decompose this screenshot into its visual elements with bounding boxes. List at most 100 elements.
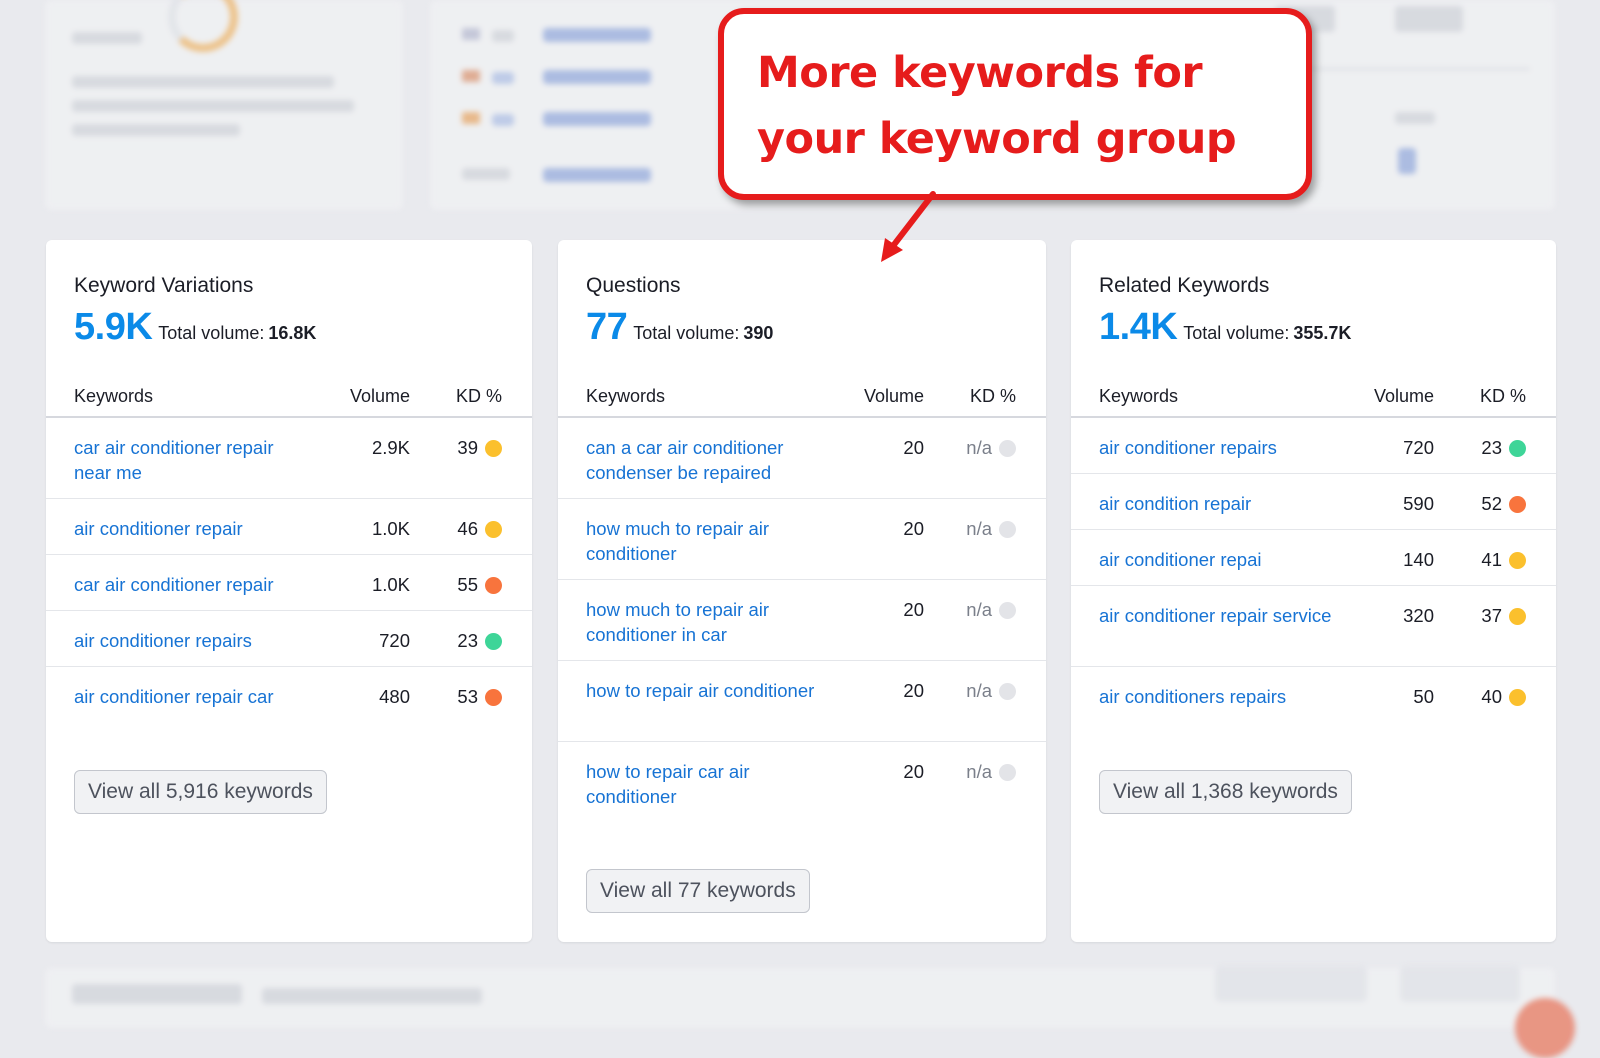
column-header-kd[interactable]: KD % [1480, 386, 1526, 407]
volume-value: 20 [903, 761, 924, 782]
background-bar [543, 168, 651, 182]
kd-difficulty-dot [999, 521, 1016, 538]
keyword-link[interactable]: air conditioners repairs [1099, 684, 1339, 709]
column-header-kd[interactable]: KD % [970, 386, 1016, 407]
kd-difficulty-dot [999, 602, 1016, 619]
kd-difficulty-dot [1509, 440, 1526, 457]
keyword-link[interactable]: car air conditioner repair [74, 572, 314, 597]
volume-value: 20 [903, 680, 924, 701]
keyword-link[interactable]: air conditioner repairs [1099, 435, 1339, 460]
keyword-link[interactable]: air condition repair [1099, 491, 1339, 516]
card-title: Keyword Variations [74, 274, 254, 297]
background-text-line [72, 984, 242, 1004]
volume-value: 1.0K [371, 518, 410, 539]
keyword-table: car air conditioner repair near me 2.9K … [46, 418, 532, 722]
table-row: air conditioner repair car 480 53 [46, 667, 532, 722]
background-badge [1515, 998, 1575, 1058]
volume-value: 720 [1403, 437, 1434, 458]
background-bar [543, 70, 651, 84]
total-volume-label: Total volume: [1183, 323, 1290, 343]
kd-difficulty-dot [485, 440, 502, 457]
keyword-count[interactable]: 77 [586, 306, 628, 348]
total-volume-value: 355.7K [1293, 323, 1352, 343]
volume-value: 720 [379, 630, 410, 651]
keyword-link[interactable]: can a car air conditioner condenser be r… [586, 435, 826, 485]
total-volume-label: Total volume: [633, 323, 740, 343]
keyword-link[interactable]: air conditioner repair service [1099, 603, 1339, 628]
volume-value: 20 [903, 518, 924, 539]
table-row: car air conditioner repair 1.0K 55 [46, 555, 532, 611]
keyword-link[interactable]: how to repair car air conditioner [586, 759, 826, 809]
total-volume-label: Total volume: [158, 323, 265, 343]
total-volume-value: 16.8K [268, 323, 317, 343]
keyword-link[interactable]: how much to repair air conditioner in ca… [586, 597, 826, 647]
column-header-kd[interactable]: KD % [456, 386, 502, 407]
column-header-volume[interactable]: Volume [350, 386, 410, 407]
volume-value: 1.0K [371, 574, 410, 595]
volume-value: 320 [1403, 605, 1434, 626]
volume-value: 2.9K [371, 437, 410, 458]
table-row: air condition repair 590 52 [1071, 474, 1556, 530]
flag-icon [462, 70, 480, 82]
background-button [1215, 966, 1367, 1002]
keyword-link[interactable]: how to repair air conditioner [586, 678, 826, 703]
column-header-keywords: Keywords [74, 386, 154, 406]
background-text-line [1395, 112, 1435, 124]
volume-value: 590 [1403, 493, 1434, 514]
card-summary: 5.9K Total volume: 16.8K [74, 306, 316, 349]
kd-value: 41 [1481, 549, 1502, 570]
table-header: Keywords Volume KD % [1071, 374, 1556, 418]
card-title: Related Keywords [1099, 274, 1270, 297]
kd-value: n/a [966, 437, 992, 458]
table-row: air conditioner repairs 720 23 [1071, 418, 1556, 474]
volume-value: 480 [379, 686, 410, 707]
volume-value: 20 [903, 437, 924, 458]
keyword-count[interactable]: 1.4K [1099, 306, 1178, 348]
table-row: how to repair air conditioner 20 n/a [558, 661, 1046, 742]
kd-value: 55 [457, 574, 478, 595]
keyword-link[interactable]: air conditioner repair car [74, 684, 314, 709]
background-text-line [1395, 6, 1463, 32]
flag-icon [462, 28, 480, 40]
keyword-link[interactable]: air conditioner repai [1099, 547, 1339, 572]
kd-difficulty-dot [485, 521, 502, 538]
volume-value: 50 [1413, 686, 1434, 707]
related-keywords-card: Related Keywords 1.4K Total volume: 355.7K… [1071, 240, 1556, 942]
background-text-line [262, 988, 482, 1004]
kd-difficulty-dot [485, 577, 502, 594]
kd-value: 40 [1481, 686, 1502, 707]
background-text-line [492, 114, 514, 126]
table-row: can a car air conditioner condenser be r… [558, 418, 1046, 499]
column-header-volume[interactable]: Volume [864, 386, 924, 407]
card-title: Questions [586, 274, 681, 297]
total-volume-value: 390 [743, 323, 774, 343]
background-text-line [72, 76, 334, 88]
kd-difficulty-dot [485, 633, 502, 650]
table-row: air conditioner repai 140 41 [1071, 530, 1556, 586]
kd-difficulty-dot [1509, 552, 1526, 569]
card-summary: 77 Total volume: 390 [586, 306, 773, 349]
background-text-line [72, 100, 354, 112]
keyword-link[interactable]: air conditioner repair [74, 516, 314, 541]
keyword-link[interactable]: how much to repair air conditioner [586, 516, 826, 566]
keyword-count[interactable]: 5.9K [74, 306, 153, 348]
view-all-keywords-button[interactable]: View all 5,916 keywords [74, 770, 327, 814]
keyword-link[interactable]: car air conditioner repair near me [74, 435, 314, 485]
view-all-keywords-button[interactable]: View all 77 keywords [586, 869, 810, 913]
kd-difficulty-dot [999, 683, 1016, 700]
volume-value: 20 [903, 599, 924, 620]
table-row: air conditioner repairs 720 23 [46, 611, 532, 667]
background-text-line [492, 30, 514, 42]
table-row: how much to repair air conditioner 20 n/… [558, 499, 1046, 580]
table-header: Keywords Volume KD % [558, 374, 1046, 418]
view-all-keywords-button[interactable]: View all 1,368 keywords [1099, 770, 1352, 814]
annotation-callout: More keywords for your keyword group [718, 8, 1312, 200]
kd-difficulty-dot [1509, 496, 1526, 513]
kd-difficulty-dot [999, 764, 1016, 781]
kd-value: 53 [457, 686, 478, 707]
keyword-link[interactable]: air conditioner repairs [74, 628, 314, 653]
background-bar [543, 112, 651, 126]
kd-value: n/a [966, 680, 992, 701]
column-header-volume[interactable]: Volume [1374, 386, 1434, 407]
kd-difficulty-dot [999, 440, 1016, 457]
